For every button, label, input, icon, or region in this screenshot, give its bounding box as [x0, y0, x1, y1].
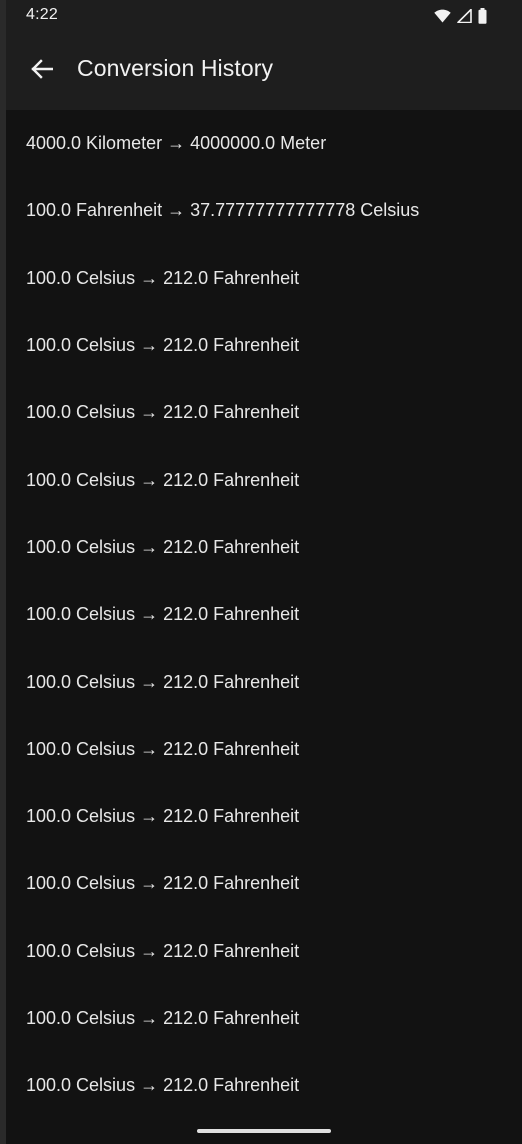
- status-time: 4:22: [26, 6, 58, 23]
- list-item[interactable]: 100.0 Celsius → 212.0 Fahrenheit: [6, 312, 522, 379]
- back-button[interactable]: [26, 55, 58, 87]
- arrow-back-icon: [31, 58, 54, 84]
- status-icons: [434, 8, 487, 24]
- list-item[interactable]: 100.0 Celsius → 212.0 Fahrenheit: [6, 783, 522, 850]
- history-list[interactable]: 4000.0 Kilometer → 4000000.0 Meter 100.0…: [6, 110, 522, 1120]
- page-title: Conversion History: [77, 55, 274, 81]
- signal-icon: [457, 9, 472, 23]
- list-item[interactable]: 100.0 Celsius → 212.0 Fahrenheit: [6, 1052, 522, 1119]
- battery-icon: [478, 8, 487, 24]
- list-item[interactable]: 100.0 Celsius → 212.0 Fahrenheit: [6, 850, 522, 917]
- app-bar: Conversion History: [6, 32, 522, 110]
- list-item[interactable]: 100.0 Celsius → 212.0 Fahrenheit: [6, 716, 522, 783]
- status-bar: 4:22: [6, 0, 522, 32]
- list-item[interactable]: 100.0 Celsius → 212.0 Fahrenheit: [6, 245, 522, 312]
- screen: 4:22 Conversion History 4000.0 Kilometer…: [6, 0, 522, 1144]
- list-item[interactable]: 100.0 Celsius → 212.0 Fahrenheit: [6, 379, 522, 446]
- wifi-icon: [434, 9, 451, 23]
- list-item[interactable]: 4000.0 Kilometer → 4000000.0 Meter: [6, 110, 522, 177]
- list-item[interactable]: 100.0 Celsius → 212.0 Fahrenheit: [6, 918, 522, 985]
- list-item[interactable]: 100.0 Celsius → 212.0 Fahrenheit: [6, 648, 522, 715]
- gesture-navigation-bar[interactable]: [197, 1129, 331, 1133]
- list-item[interactable]: 100.0 Fahrenheit → 37.77777777777778 Cel…: [6, 177, 522, 244]
- list-item[interactable]: 100.0 Celsius → 212.0 Fahrenheit: [6, 581, 522, 648]
- list-item[interactable]: 100.0 Celsius → 212.0 Fahrenheit: [6, 446, 522, 513]
- list-item[interactable]: 100.0 Celsius → 212.0 Fahrenheit: [6, 985, 522, 1052]
- list-item[interactable]: 100.0 Celsius → 212.0 Fahrenheit: [6, 514, 522, 581]
